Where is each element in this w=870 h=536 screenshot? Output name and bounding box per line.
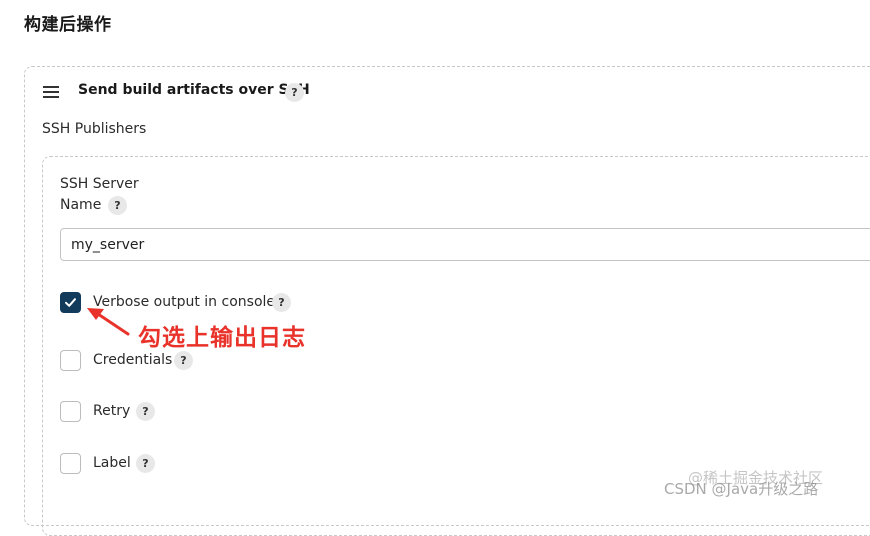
retry-checkbox[interactable] bbox=[60, 401, 81, 422]
help-icon[interactable]: ? bbox=[136, 402, 155, 421]
annotation-text: 勾选上输出日志 bbox=[138, 325, 306, 351]
credentials-checkbox[interactable] bbox=[60, 350, 81, 371]
section-heading: 构建后操作 bbox=[24, 15, 112, 35]
help-icon[interactable]: ? bbox=[174, 351, 193, 370]
help-icon[interactable]: ? bbox=[136, 454, 155, 473]
help-icon[interactable]: ? bbox=[108, 196, 127, 215]
retry-label: Retry bbox=[93, 403, 131, 419]
ssh-server-name-label-2: Name bbox=[60, 197, 102, 213]
annotation-arrow-icon bbox=[87, 308, 130, 336]
ssh-publishers-label: SSH Publishers bbox=[42, 121, 147, 137]
label-option-label: Label bbox=[93, 455, 131, 471]
ssh-server-name-input[interactable] bbox=[60, 228, 870, 261]
publisher-title: Send build artifacts over SSH bbox=[78, 82, 310, 98]
credentials-label: Credentials bbox=[93, 352, 173, 368]
help-icon[interactable]: ? bbox=[285, 83, 304, 102]
verbose-output-checkbox[interactable] bbox=[60, 292, 81, 313]
drag-handle-icon[interactable] bbox=[43, 86, 59, 98]
ssh-server-name-label: SSH Server bbox=[60, 176, 139, 192]
help-icon[interactable]: ? bbox=[272, 293, 291, 312]
watermark-line2: CSDN @Java升级之路 bbox=[664, 480, 819, 498]
label-checkbox[interactable] bbox=[60, 453, 81, 474]
checkmark-icon bbox=[65, 298, 76, 307]
